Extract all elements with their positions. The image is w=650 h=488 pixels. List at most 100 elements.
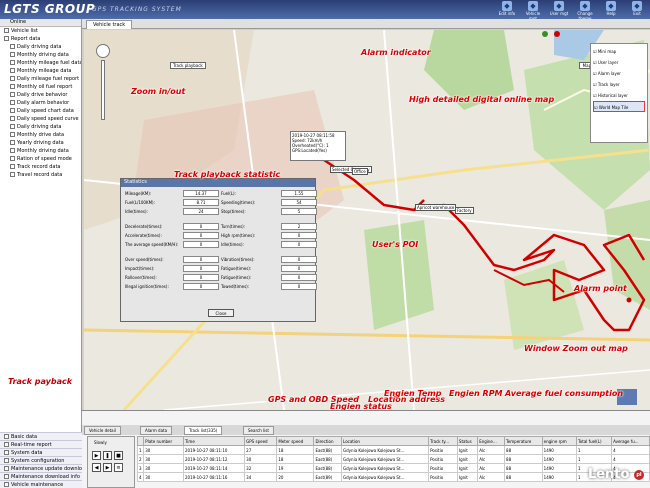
table-row[interactable]: 2 30 2019-10-27 08:11:12 30 18 East(88) Gdynia… <box>136 454 650 464</box>
layer-option[interactable]: ☑ Mini map <box>593 46 645 57</box>
zoom-slider[interactable] <box>101 60 105 120</box>
stat-value: 0 <box>183 283 219 290</box>
sidebar-item[interactable]: Monthly driving data <box>0 51 81 59</box>
sidebar-menu-item[interactable]: System configuration <box>0 456 82 464</box>
sidebar-menu-item[interactable]: Maintenance update download <box>0 464 82 472</box>
sidebar-item[interactable]: Ration of speed mode <box>0 155 81 163</box>
sidebar-menu-item[interactable]: Vehicle maintenance <box>0 480 82 488</box>
column-header[interactable]: Average fu... <box>611 436 650 446</box>
table-cell: 34 <box>244 472 278 482</box>
bottom-tab[interactable]: Alarm data <box>140 426 173 435</box>
playback-speed[interactable]: Slowly <box>94 440 107 445</box>
sidebar-group[interactable]: Vehicle list <box>0 27 81 35</box>
stat-label: Rollover(times): <box>125 275 157 280</box>
forward-icon[interactable]: ▶ <box>103 463 112 472</box>
sidebar-menu-item[interactable]: Real-time report <box>0 440 82 448</box>
column-header[interactable]: GPS speed <box>244 436 278 446</box>
stat-value: 0 <box>281 256 317 263</box>
table-cell: 88 <box>504 454 543 464</box>
sidebar-menu-item[interactable]: Basic data <box>0 432 82 440</box>
table-cell: 30 <box>244 454 278 464</box>
poi-label[interactable]: Factory <box>455 207 474 214</box>
column-header[interactable]: engine rpm <box>541 436 578 446</box>
column-header[interactable]: Temperature <box>504 436 543 446</box>
sidebar-menu-item[interactable]: System data <box>0 448 82 456</box>
sidebar-item[interactable]: Track record data <box>0 163 81 171</box>
stop-icon[interactable]: ■ <box>114 451 123 460</box>
top-toolbar: ◆Edit info◆Vehicle mgt◆User mgt◆Change t… <box>496 0 648 21</box>
table-row[interactable]: 3 30 2019-10-27 08:11:14 32 19 East(88) Gdynia… <box>136 463 650 473</box>
sidebar-item[interactable]: Monthly drive data <box>0 131 81 139</box>
sidebar-item[interactable]: Daily alarm behavior <box>0 99 81 107</box>
table-row[interactable]: 4 30 2019-10-27 08:11:16 34 20 East(89) Gdynia… <box>136 472 650 482</box>
table-cell: 2019-10-27 08:11:14 <box>182 463 246 473</box>
stat-label: Over speed(times): <box>125 257 164 262</box>
sidebar-item[interactable]: Daily speed chart data <box>0 107 81 115</box>
sidebar-item[interactable]: Daily drive behavior <box>0 91 81 99</box>
popup-line: GPS:Located(Yes) <box>292 148 327 153</box>
sidebar-item[interactable]: Daily speed speed curve <box>0 115 81 123</box>
table-cell: Alc <box>477 472 506 482</box>
play-icon[interactable]: ▶ <box>92 451 101 460</box>
bottom-tab[interactable]: Track list(335) <box>184 426 223 435</box>
sidebar-group[interactable]: Report data <box>0 35 81 43</box>
column-header[interactable]: Direction <box>313 436 343 446</box>
annotation-zoom: Zoom in/out <box>131 87 186 96</box>
stat-value: 54 <box>281 199 317 206</box>
column-header[interactable]: Total fuel(L) <box>576 436 613 446</box>
toolbar-button[interactable]: ◆ Exit <box>626 0 648 21</box>
pan-icon[interactable] <box>96 44 110 58</box>
poi-label[interactable]: Office <box>352 168 368 175</box>
sidebar-item[interactable]: Monthly oil fuel report <box>0 83 81 91</box>
sidebar-item[interactable]: Daily driving data <box>0 123 81 131</box>
layer-option[interactable]: ☑ Historical layer <box>593 90 645 101</box>
expand-icon[interactable] <box>4 28 9 33</box>
layer-option[interactable]: ☑ User layer <box>593 57 645 68</box>
rewind-icon[interactable]: ◀ <box>92 463 101 472</box>
layer-option[interactable]: ☑ World Map Tile <box>593 101 645 112</box>
toolbar-button[interactable]: ◆ Edit info <box>496 0 518 21</box>
sidebar-item[interactable]: Monthly mileage data <box>0 67 81 75</box>
layer-option[interactable]: ☑ Alarm layer <box>593 68 645 79</box>
toolbar-icon: ◆ <box>632 1 642 11</box>
column-header[interactable]: Status <box>456 436 479 446</box>
map-track-toolbar[interactable]: Track playback <box>170 62 206 69</box>
toolbar-button[interactable]: ◆Change theme <box>574 0 596 21</box>
toolbar-button[interactable]: ◆Vehicle mgt <box>522 0 544 21</box>
sidebar-item[interactable]: Monthly driving data <box>0 147 81 155</box>
bottom-tab[interactable]: Vehicle detail <box>84 426 121 435</box>
toolbar-icon: ◆ <box>502 1 512 11</box>
column-header[interactable]: Location <box>341 436 430 446</box>
stat-value: 1.55 <box>281 190 317 197</box>
expand-icon[interactable] <box>4 36 9 41</box>
stat-label: Idle(times): <box>221 242 244 247</box>
sidebar-item[interactable]: Yearly driving data <box>0 139 81 147</box>
column-header[interactable]: Engine... <box>477 436 506 446</box>
stat-label: Idle(times): <box>125 209 148 214</box>
layer-option[interactable]: ☑ Track layer <box>593 79 645 90</box>
sidebar-item[interactable]: Daily driving data <box>0 43 81 51</box>
poi-label[interactable]: Apricot warehouse <box>415 204 457 211</box>
table-row[interactable]: 1 30 2019-10-27 08:11:10 27 18 East(88) Gdynia… <box>136 445 650 455</box>
column-header[interactable]: Plate number <box>143 436 184 446</box>
stat-label: Towed(times): <box>221 284 250 289</box>
column-header[interactable]: Meter speed <box>276 436 315 446</box>
sidebar-item[interactable]: Travel record data <box>0 171 81 179</box>
sidebar-menu-item[interactable]: Maintenance download info <box>0 472 82 480</box>
sidebar-item[interactable]: Monthly mileage fuel data <box>0 59 81 67</box>
pause-icon[interactable]: ❚ <box>103 451 112 460</box>
tab-vehicle-track[interactable]: Vehicle track <box>86 20 133 29</box>
close-button[interactable]: Close <box>208 309 234 317</box>
bottom-tab[interactable]: Search list <box>243 426 274 435</box>
toolbar-button[interactable]: ◆ Help <box>600 0 622 21</box>
column-header[interactable]: Track ty... <box>428 436 458 446</box>
table-cell: 20 <box>276 472 315 482</box>
list-icon[interactable]: ≡ <box>114 463 123 472</box>
column-header[interactable]: Time <box>182 436 246 446</box>
toolbar-button[interactable]: ◆ User mgt <box>548 0 570 21</box>
main-tab-bar: Vehicle track <box>82 19 650 29</box>
stat-value: 0 <box>281 283 317 290</box>
toolbar-label: Edit info <box>498 11 516 16</box>
table-cell: 30 <box>143 445 184 455</box>
sidebar-item[interactable]: Daily mileage fuel report <box>0 75 81 83</box>
